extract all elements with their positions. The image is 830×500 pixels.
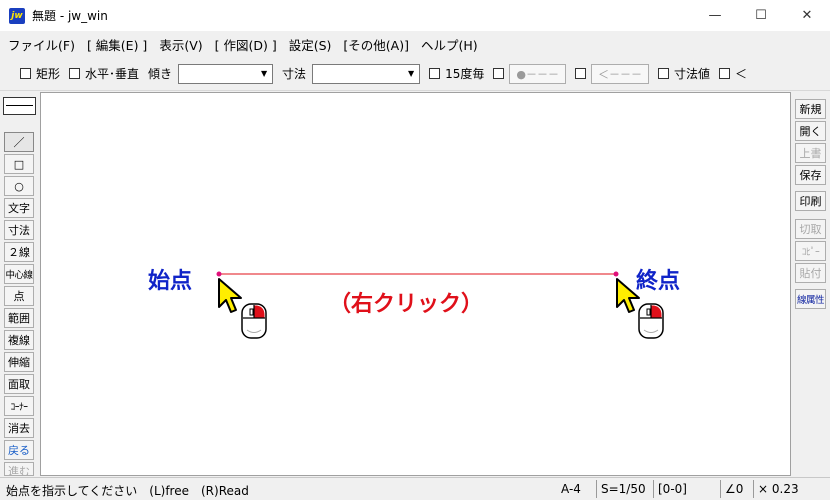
- tool-circle[interactable]: ○: [4, 176, 34, 196]
- lt-option[interactable]: ＜: [718, 65, 747, 82]
- cursor-arrow-icon: [218, 278, 242, 313]
- minimize-button[interactable]: —: [692, 0, 738, 31]
- start-point-marker: [216, 271, 222, 277]
- overwrite-button[interactable]: 上書: [795, 143, 826, 163]
- tool-rect[interactable]: □: [4, 154, 34, 174]
- window-title: 無題 - jw_win: [32, 9, 108, 23]
- tool-corner[interactable]: ｺｰﾅｰ: [4, 396, 34, 416]
- dim-label: 寸法: [282, 67, 307, 81]
- layer-indicator[interactable]: [0-0]: [653, 480, 719, 498]
- tool-line[interactable]: ／: [4, 132, 34, 152]
- end-point-marker: [613, 271, 619, 277]
- hv-option[interactable]: 水平･垂直: [69, 65, 139, 82]
- status-message: 始点を指示してください (L)free (R)Read: [6, 484, 249, 498]
- lt-label: ＜: [734, 67, 747, 81]
- scale-indicator[interactable]: S=1/50: [596, 480, 652, 498]
- deg15-label: 15度毎: [445, 67, 485, 81]
- angle-label: 傾き: [148, 67, 173, 81]
- menu-help[interactable]: ヘルプ(H): [415, 35, 484, 54]
- menu-settings[interactable]: 設定(S): [283, 35, 338, 54]
- drawing-canvas[interactable]: 始点 終点 （右クリック）: [40, 92, 791, 476]
- rect-option[interactable]: 矩形: [20, 65, 60, 82]
- tool-forward[interactable]: 進む: [4, 462, 34, 476]
- menu-other[interactable]: [その他(A)]: [337, 35, 415, 54]
- control-bar: 矩形 水平･垂直 傾き ▼ 寸法 ▼ 15度毎 ●－－－ ＜－－－ 寸法値 ＜: [0, 57, 830, 91]
- tool-erase[interactable]: 消去: [4, 418, 34, 438]
- tool-text[interactable]: 文字: [4, 198, 34, 218]
- left-tool-palette: ／ □ ○ 文字 寸法 ２線 中心線 点 範囲 複線 伸縮 面取 ｺｰﾅｰ 消去…: [0, 92, 38, 476]
- tool-double-line[interactable]: ２線: [4, 242, 34, 262]
- mouse-icon: [638, 303, 664, 339]
- cut-button[interactable]: 切取: [795, 219, 826, 239]
- point-line-button[interactable]: ●－－－: [509, 63, 566, 84]
- dimval-option[interactable]: 寸法値: [657, 65, 710, 82]
- arrow-line-checkbox[interactable]: [574, 68, 586, 79]
- paste-button[interactable]: 貼付: [795, 263, 826, 283]
- print-button[interactable]: 印刷: [795, 191, 826, 211]
- tool-stretch[interactable]: 伸縮: [4, 352, 34, 372]
- tool-center-line[interactable]: 中心線: [4, 264, 34, 284]
- status-bar: 始点を指示してください (L)free (R)Read A-4 S=1/50 […: [0, 477, 830, 500]
- paper-size[interactable]: A-4: [557, 480, 595, 498]
- dim-combo[interactable]: ▼: [312, 63, 421, 84]
- deg15-option[interactable]: 15度毎: [429, 65, 484, 82]
- chevron-down-icon[interactable]: ▼: [256, 65, 272, 83]
- chevron-down-icon[interactable]: ▼: [403, 65, 419, 83]
- menu-view[interactable]: 表示(V): [153, 35, 208, 54]
- tool-copy-line[interactable]: 複線: [4, 330, 34, 350]
- tool-point[interactable]: 点: [4, 286, 34, 306]
- new-file-button[interactable]: 新規: [795, 99, 826, 119]
- rect-label: 矩形: [36, 67, 61, 81]
- point-line-option: ●－－－: [493, 63, 566, 84]
- hv-checkbox[interactable]: [69, 68, 81, 79]
- menu-bar: ファイル(F) [ 編集(E) ] 表示(V) [ 作図(D) ] 設定(S) …: [0, 31, 830, 57]
- line-attribute-button[interactable]: 線属性: [795, 289, 826, 309]
- tool-dim[interactable]: 寸法: [4, 220, 34, 240]
- tool-back[interactable]: 戻る: [4, 440, 34, 460]
- maximize-button[interactable]: ☐: [738, 0, 784, 31]
- save-button[interactable]: 保存: [795, 165, 826, 185]
- open-file-button[interactable]: 開く: [795, 121, 826, 141]
- dim-group: 寸法 ▼: [282, 63, 421, 84]
- angle-combo[interactable]: ▼: [178, 63, 274, 84]
- close-button[interactable]: ✕: [784, 0, 830, 31]
- line-type-indicator[interactable]: [3, 97, 36, 115]
- zoom-indicator[interactable]: × 0.23: [753, 480, 823, 498]
- lt-checkbox[interactable]: [718, 68, 730, 79]
- start-point-label: 始点: [148, 269, 193, 294]
- right-tool-palette: 新規 開く 上書 保存 印刷 切取 ｺﾋﾟｰ 貼付 線属性: [792, 92, 830, 476]
- menu-edit[interactable]: [ 編集(E) ]: [81, 35, 153, 54]
- menu-file[interactable]: ファイル(F): [2, 35, 81, 54]
- title-bar: jw 無題 - jw_win — ☐ ✕: [0, 0, 830, 31]
- menu-draw[interactable]: [ 作図(D) ]: [209, 35, 283, 54]
- jw-app-icon: jw: [9, 7, 25, 24]
- right-click-instruction: （右クリック）: [329, 292, 484, 317]
- arrow-line-button[interactable]: ＜－－－: [590, 63, 649, 84]
- mouse-icon: [241, 303, 267, 339]
- rect-checkbox[interactable]: [20, 68, 31, 79]
- hv-label: 水平･垂直: [85, 67, 140, 81]
- point-line-checkbox[interactable]: [493, 68, 505, 79]
- deg15-checkbox[interactable]: [429, 68, 441, 79]
- dimval-label: 寸法値: [673, 67, 710, 81]
- angle-group: 傾き ▼: [148, 63, 274, 84]
- window-controls: — ☐ ✕: [692, 0, 830, 31]
- end-point-label: 終点: [636, 269, 681, 294]
- dimval-checkbox[interactable]: [657, 68, 669, 79]
- angle-indicator[interactable]: ∠0: [720, 480, 752, 498]
- tool-chamfer[interactable]: 面取: [4, 374, 34, 394]
- arrow-line-option: ＜－－－: [574, 63, 649, 84]
- tool-range[interactable]: 範囲: [4, 308, 34, 328]
- copy-button[interactable]: ｺﾋﾟｰ: [795, 241, 826, 261]
